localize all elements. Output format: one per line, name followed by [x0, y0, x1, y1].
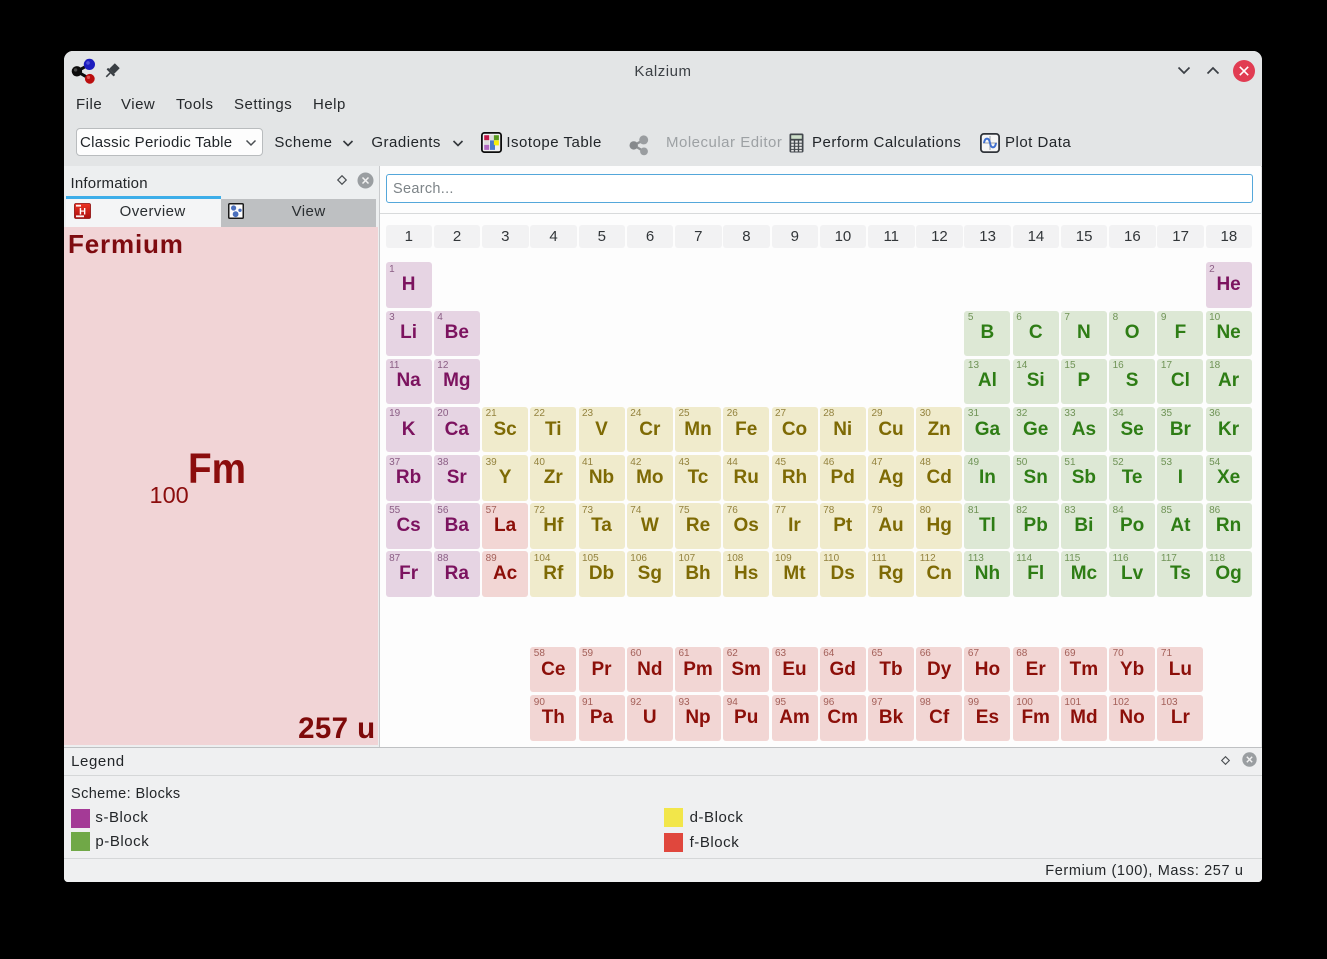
- svg-text:H: H: [79, 206, 86, 217]
